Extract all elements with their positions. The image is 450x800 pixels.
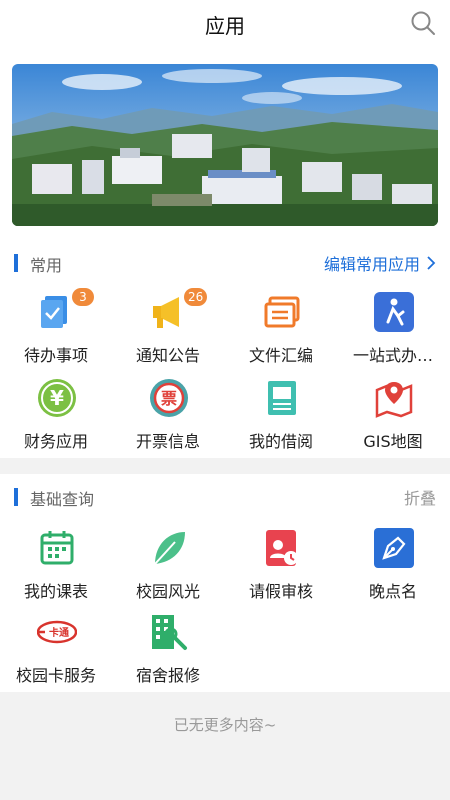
book-icon <box>268 381 296 415</box>
app-late-roll-call[interactable]: 晚点名 <box>337 524 449 604</box>
app-label: 财务应用 <box>23 432 88 451</box>
app-campus-card[interactable]: 卡通 校园卡服务 <box>0 608 112 688</box>
edit-common-apps-label: 编辑常用应用 <box>323 255 420 274</box>
app-dorm-repair[interactable]: 宿舍报修 <box>112 608 224 688</box>
basic-query-section: 基础查询 折叠 我的课表 校园风光 请假审核 晚点名 卡通 校园卡服务 宿舍报修 <box>0 474 450 692</box>
app-label: GIS地图 <box>363 432 423 451</box>
todo-icon <box>41 296 67 328</box>
edit-common-apps-link[interactable]: 编辑常用应用 <box>324 251 436 275</box>
app-label: 晚点名 <box>368 582 417 601</box>
campus-card-glyph: 卡通 <box>49 626 69 639</box>
app-label: 我的课表 <box>23 582 88 601</box>
app-borrowing[interactable]: 我的借阅 <box>225 374 337 454</box>
app-todo[interactable]: 3 待办事项 <box>0 288 112 368</box>
app-label: 通知公告 <box>135 346 200 365</box>
app-label: 请假审核 <box>248 582 313 601</box>
chevron-right-icon <box>426 255 436 274</box>
app-label: 校园卡服务 <box>15 666 96 685</box>
invoice-icon: 票 <box>150 379 188 417</box>
megaphone-icon <box>153 297 179 328</box>
yen-glyph: ¥ <box>50 386 64 410</box>
notices-badge: 26 <box>184 288 208 306</box>
todo-badge: 3 <box>72 288 94 306</box>
app-gis-map[interactable]: GIS地图 <box>337 374 449 454</box>
basic-query-header: 基础查询 折叠 <box>0 474 450 518</box>
app-label: 宿舍报修 <box>135 666 200 685</box>
invoice-glyph: 票 <box>161 389 177 408</box>
dorm-repair-icon <box>152 615 187 650</box>
app-leave-review[interactable]: 请假审核 <box>225 524 337 604</box>
section-title: 常用 <box>30 256 63 275</box>
app-label: 校园风光 <box>135 582 200 601</box>
common-section-header: 常用 编辑常用应用 <box>0 240 450 284</box>
app-header: 应用 <box>0 0 450 48</box>
one-stop-icon <box>374 292 414 332</box>
app-timetable[interactable]: 我的课表 <box>0 524 112 604</box>
campus-card-icon: 卡通 <box>37 620 77 644</box>
documents-icon <box>264 296 300 328</box>
app-label: 开票信息 <box>135 432 200 451</box>
leaf-icon <box>154 532 185 565</box>
app-label: 我的借阅 <box>248 432 313 451</box>
app-label: 待办事项 <box>23 346 88 365</box>
page-title: 应用 <box>205 14 245 38</box>
collapse-link[interactable]: 折叠 <box>404 485 436 509</box>
campus-banner-image[interactable] <box>12 64 438 226</box>
app-label: 文件汇编 <box>248 346 313 365</box>
map-pin-icon <box>375 382 413 418</box>
app-one-stop[interactable]: 一站式办… <box>337 288 449 368</box>
leave-review-icon <box>266 530 298 566</box>
no-more-content-text: 已无更多内容~ <box>173 716 277 734</box>
common-section: 常用 编辑常用应用 3 待办事项 26 通知公告 文件汇编 一站式办… ¥ 财务… <box>0 240 450 458</box>
section-title: 基础查询 <box>30 490 95 509</box>
banner-area <box>0 48 450 240</box>
section-marker <box>14 488 18 506</box>
section-marker <box>14 254 18 272</box>
search-icon[interactable] <box>410 10 436 36</box>
app-documents[interactable]: 文件汇编 <box>225 288 337 368</box>
pen-icon <box>374 528 414 568</box>
app-finance[interactable]: ¥ 财务应用 <box>0 374 112 454</box>
app-label: 一站式办… <box>352 346 433 365</box>
calendar-icon <box>40 531 74 565</box>
yen-coin-icon: ¥ <box>38 379 76 417</box>
app-campus-scenery[interactable]: 校园风光 <box>112 524 224 604</box>
app-invoice[interactable]: 票 开票信息 <box>112 374 224 454</box>
app-notices[interactable]: 26 通知公告 <box>112 288 224 368</box>
